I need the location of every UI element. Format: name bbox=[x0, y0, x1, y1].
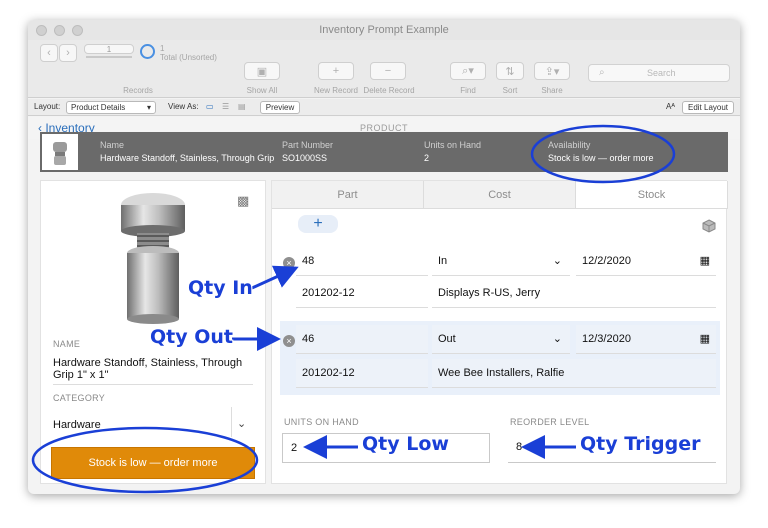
qty-low-annotation: Qty Low bbox=[362, 433, 449, 455]
order-button-highlight-ellipse bbox=[31, 426, 259, 494]
availability-highlight-ellipse bbox=[530, 124, 676, 184]
qty-in-annotation: Qty In bbox=[188, 277, 253, 299]
qty-trigger-annotation: Qty Trigger bbox=[580, 433, 701, 455]
qty-in-arrow bbox=[251, 265, 299, 290]
qty-out-annotation: Qty Out bbox=[150, 326, 233, 348]
